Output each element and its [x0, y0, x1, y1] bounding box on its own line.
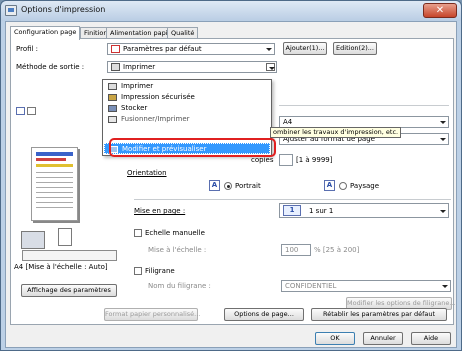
- add-profile-button[interactable]: Ajouter(1)...: [283, 42, 327, 55]
- copies-range: [1 à 9999]: [296, 156, 333, 164]
- layout-label: Mise en page :: [134, 207, 186, 215]
- page-options-button[interactable]: Options de page...: [224, 308, 304, 321]
- preview-caption: A4 [Mise à l'échelle : Auto]: [14, 263, 108, 271]
- chevron-down-icon: [438, 207, 447, 215]
- watermark-name-label: Nom du filigrane :: [148, 282, 211, 290]
- profile-label: Profil :: [16, 45, 39, 53]
- copies-label: copies: [251, 156, 274, 164]
- layout-value: 1 sur 1: [309, 207, 334, 215]
- ok-button[interactable]: OK: [315, 332, 355, 345]
- watermark-checkbox[interactable]: [134, 267, 142, 275]
- page-layout-icon[interactable]: [16, 107, 25, 115]
- dropdown-item-label: Impression sécurisée: [121, 93, 195, 101]
- orientation-label: Orientation: [127, 169, 167, 177]
- chevron-down-icon: [264, 45, 273, 53]
- watermark-select[interactable]: CONFIDENTIEL: [281, 280, 451, 292]
- page-preview-thumbnail: [31, 147, 78, 221]
- separator: [134, 199, 451, 200]
- dropdown-item-secure-print[interactable]: Impression sécurisée: [104, 92, 270, 103]
- dropdown-item-merge-print[interactable]: Fusionner/Imprimer: [104, 114, 270, 125]
- profile-icon: [111, 45, 120, 53]
- profile-value: Paramètres par défaut: [123, 45, 202, 53]
- highlight-callout: [109, 138, 276, 157]
- lock-printer-icon: [108, 94, 117, 101]
- portrait-label: Portrait: [235, 182, 261, 190]
- restore-defaults-button[interactable]: Rétablir les paramètres par défaut: [311, 308, 447, 321]
- landscape-radio[interactable]: [339, 182, 347, 190]
- printer-icon: [111, 63, 120, 71]
- printer-icon: [108, 83, 117, 90]
- scale-field[interactable]: 100: [281, 244, 311, 256]
- output-method-select[interactable]: Imprimer: [107, 61, 277, 73]
- output-method-value: Imprimer: [123, 63, 156, 71]
- printer-app-icon: [5, 5, 17, 16]
- scale-range: % [25 à 200]: [314, 246, 360, 254]
- printer-preview-icon: [21, 231, 45, 249]
- dropdown-item-label: Fusionner/Imprimer: [121, 115, 190, 123]
- layout-select[interactable]: 1 1 sur 1: [279, 203, 449, 218]
- preview-text-lines: [36, 172, 73, 212]
- printer-view-icon[interactable]: [27, 107, 36, 115]
- output-method-label: Méthode de sortie :: [16, 63, 85, 71]
- merge-icon: [108, 116, 117, 123]
- chevron-down-icon: [266, 63, 275, 71]
- preview-bar-yellow: [36, 164, 73, 167]
- print-options-window: Options d'impression ✕ Configuration pag…: [0, 0, 462, 351]
- close-button[interactable]: ✕: [423, 3, 457, 18]
- scale-value: 100: [285, 246, 299, 254]
- dropdown-item-label: Imprimer: [121, 82, 154, 90]
- dropdown-item-label: Stocker: [121, 104, 148, 112]
- dialog-client: Configuration page Finition Alimentation…: [5, 21, 457, 348]
- chevron-down-icon: [440, 282, 449, 290]
- profile-select[interactable]: Paramètres par défaut: [107, 43, 275, 55]
- landscape-icon: A: [324, 180, 335, 191]
- manual-scale-checkbox[interactable]: [134, 229, 142, 237]
- portrait-icon: A: [209, 180, 220, 191]
- manual-scale-label: Echelle manuelle: [145, 229, 205, 237]
- show-settings-button[interactable]: Affichage des paramètres: [21, 284, 117, 297]
- preview-bar-blue: [36, 152, 73, 156]
- chevron-down-icon: [438, 135, 447, 143]
- cancel-button[interactable]: Annuler: [363, 332, 403, 345]
- watermark-label: Filigrane: [145, 267, 175, 275]
- landscape-label: Paysage: [350, 182, 380, 190]
- copies-field[interactable]: [279, 154, 293, 166]
- chevron-down-icon: [438, 118, 447, 126]
- paper-size-value: A4: [283, 118, 293, 126]
- store-icon: [108, 105, 117, 112]
- tooltip: ombiner les travaux d'impression, etc.: [270, 127, 402, 138]
- window-title: Options d'impression: [21, 5, 106, 14]
- tab-page-setup[interactable]: Configuration page: [10, 26, 81, 40]
- help-button[interactable]: Aide: [411, 332, 451, 345]
- layout-icon: 1: [283, 205, 301, 216]
- finishing-icons-strip: [22, 250, 117, 261]
- portrait-radio[interactable]: [224, 182, 232, 190]
- dropdown-item-store[interactable]: Stocker: [104, 103, 270, 114]
- scale-field-label: Mise à l'échelle :: [148, 246, 207, 254]
- preview-bar-red: [36, 158, 66, 161]
- edit-profile-button[interactable]: Edition(2)...: [333, 42, 377, 55]
- paper-stack-icon: [58, 228, 72, 246]
- title-bar: Options d'impression ✕: [1, 1, 461, 21]
- dropdown-item-print[interactable]: Imprimer: [104, 81, 270, 92]
- watermark-value: CONFIDENTIEL: [285, 282, 337, 290]
- separator: [279, 105, 449, 106]
- custom-paper-size-button[interactable]: Format papier personnalisé...: [104, 308, 200, 321]
